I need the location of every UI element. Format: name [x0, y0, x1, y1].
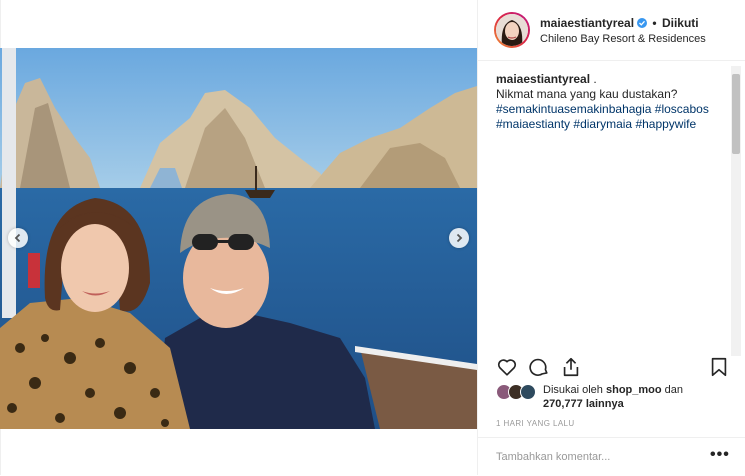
like-button[interactable] — [496, 356, 518, 378]
caption-punctuation: . — [590, 72, 597, 86]
previous-photo-button[interactable] — [8, 228, 28, 248]
following-button[interactable]: Diikuti — [662, 16, 699, 30]
scrollbar-thumb[interactable] — [732, 74, 740, 154]
post-side-panel: maiaestiantyreal • Diikuti Chileno Bay R… — [477, 0, 745, 475]
comment-icon — [529, 358, 548, 376]
liker-avatars — [496, 384, 538, 400]
post-photo-scene — [0, 48, 477, 429]
save-button[interactable] — [708, 356, 730, 378]
caption-text: Nikmat mana yang kau dustakan? — [496, 87, 678, 101]
bookmark-icon — [711, 357, 727, 377]
heart-icon — [497, 359, 517, 376]
post-header: maiaestiantyreal • Diikuti Chileno Bay R… — [478, 0, 745, 61]
post-timestamp[interactable]: 1 HARI YANG LALU — [496, 419, 575, 428]
hashtag-link[interactable]: #diarymaia — [573, 117, 632, 131]
likes-suffix[interactable]: lainnya — [583, 398, 624, 410]
comment-input[interactable] — [496, 448, 696, 466]
post-caption: maiaestiantyreal . Nikmat mana yang kau … — [496, 72, 728, 132]
post-actions — [478, 352, 745, 382]
more-options-button[interactable]: ••• — [710, 446, 730, 464]
post-photo[interactable] — [0, 48, 477, 429]
avatar — [496, 14, 528, 46]
separator-dot: • — [652, 16, 657, 30]
likes-prefix: Disukai oleh — [543, 384, 606, 396]
likes-count-link[interactable]: 270,777 — [543, 398, 583, 410]
hashtag-link[interactable]: #maiaestianty — [496, 117, 570, 131]
hashtag-link[interactable]: #semakintuasemakinbahagia — [496, 102, 651, 116]
comments-scrollbar[interactable] — [731, 66, 741, 356]
profile-avatar-button[interactable] — [494, 12, 530, 48]
add-comment-section — [478, 437, 745, 476]
next-photo-button[interactable] — [449, 228, 469, 248]
share-button[interactable] — [560, 356, 582, 378]
author-username-link[interactable]: maiaestiantyreal — [540, 16, 634, 30]
liker-avatar[interactable] — [520, 384, 536, 400]
chevron-left-icon — [14, 233, 21, 243]
chevron-right-icon — [456, 233, 463, 243]
verified-badge-icon — [637, 18, 648, 28]
likes-text: Disukai oleh shop_moo dan 270,777 lainny… — [543, 383, 723, 411]
share-icon — [563, 357, 579, 377]
likes-middle: dan — [661, 384, 684, 396]
likes-summary: Disukai oleh shop_moo dan 270,777 lainny… — [496, 383, 736, 415]
post-author: maiaestiantyreal • Diikuti — [540, 16, 699, 30]
comment-button[interactable] — [528, 356, 550, 378]
caption-username-link[interactable]: maiaestiantyreal — [496, 72, 590, 86]
hashtag-link[interactable]: #happywife — [635, 117, 696, 131]
hashtag-link[interactable]: #loscabos — [655, 102, 709, 116]
location-link[interactable]: Chileno Bay Resort & Residences — [540, 33, 706, 45]
liker-username-link[interactable]: shop_moo — [606, 384, 662, 396]
